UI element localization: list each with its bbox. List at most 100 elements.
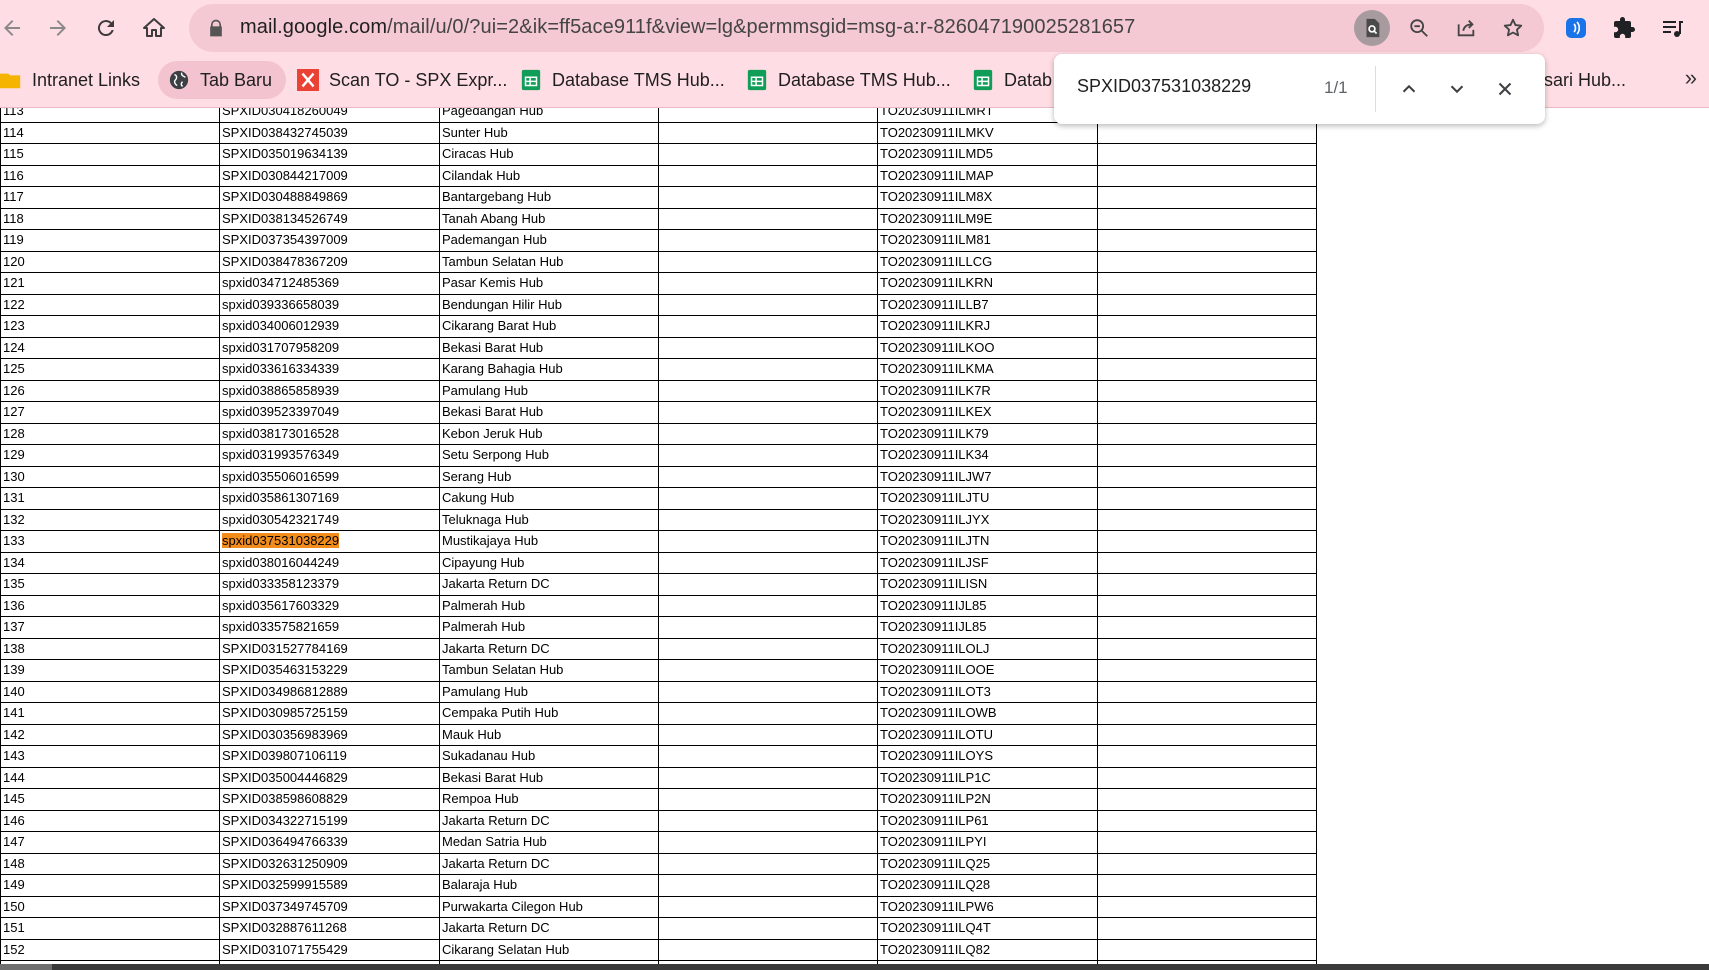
table-cell[interactable]: [1097, 272, 1317, 295]
table-cell[interactable]: [658, 680, 878, 703]
table-cell[interactable]: [658, 745, 878, 768]
table-cell[interactable]: TO20230911ILJTU: [877, 487, 1098, 510]
table-cell[interactable]: SPXID030844217009: [219, 164, 440, 187]
table-cell[interactable]: [658, 401, 878, 424]
table-cell[interactable]: Pagedangan Hub: [439, 108, 659, 123]
table-cell[interactable]: [658, 659, 878, 682]
table-cell[interactable]: 117: [0, 186, 220, 209]
table-cell[interactable]: TO20230911ILJTN: [877, 530, 1098, 553]
table-cell[interactable]: 144: [0, 766, 220, 789]
table-cell[interactable]: [658, 336, 878, 359]
table-cell[interactable]: [658, 766, 878, 789]
table-cell[interactable]: Bendungan Hilir Hub: [439, 293, 659, 316]
table-cell[interactable]: TO20230911ILOLJ: [877, 637, 1098, 660]
table-cell[interactable]: SPXID035463153229: [219, 659, 440, 682]
table-cell[interactable]: Cikarang Selatan Hub: [439, 938, 659, 961]
table-cell[interactable]: [658, 723, 878, 746]
table-cell[interactable]: Ciracas Hub: [439, 143, 659, 166]
table-cell[interactable]: SPXID030356983969: [219, 723, 440, 746]
table-cell[interactable]: TO20230911ILKMA: [877, 358, 1098, 381]
table-cell[interactable]: 148: [0, 852, 220, 875]
table-cell[interactable]: Balaraja Hub: [439, 874, 659, 897]
table-cell[interactable]: [658, 508, 878, 531]
table-cell[interactable]: [658, 917, 878, 940]
table-cell[interactable]: Pamulang Hub: [439, 680, 659, 703]
table-cell[interactable]: [1097, 444, 1317, 467]
table-cell[interactable]: spxid038173016528: [219, 422, 440, 445]
table-cell[interactable]: TO20230911IJL85: [877, 594, 1098, 617]
table-cell[interactable]: TO20230911ILKEX: [877, 401, 1098, 424]
table-cell[interactable]: [1097, 508, 1317, 531]
table-cell[interactable]: [1097, 831, 1317, 854]
table-cell[interactable]: Palmerah Hub: [439, 616, 659, 639]
table-cell[interactable]: 145: [0, 788, 220, 811]
table-cell[interactable]: 116: [0, 164, 220, 187]
share-button[interactable]: [1448, 10, 1484, 46]
table-cell[interactable]: 127: [0, 401, 220, 424]
forward-button[interactable]: [38, 8, 78, 48]
table-cell[interactable]: [1097, 637, 1317, 660]
table-cell[interactable]: [1097, 723, 1317, 746]
table-cell[interactable]: [658, 594, 878, 617]
table-cell[interactable]: [1097, 616, 1317, 639]
scrollbar-thumb[interactable]: [0, 964, 52, 970]
table-cell[interactable]: TO20230911ILM9E: [877, 207, 1098, 230]
table-cell[interactable]: [658, 788, 878, 811]
table-cell[interactable]: Bekasi Barat Hub: [439, 766, 659, 789]
table-cell[interactable]: spxid037531038229: [219, 530, 440, 553]
table-cell[interactable]: [658, 444, 878, 467]
table-cell[interactable]: Cempaka Putih Hub: [439, 702, 659, 725]
table-cell[interactable]: SPXID034986812889: [219, 680, 440, 703]
reload-button[interactable]: [86, 8, 126, 48]
table-cell[interactable]: Pasar Kemis Hub: [439, 272, 659, 295]
table-cell[interactable]: [658, 229, 878, 252]
table-cell[interactable]: [658, 551, 878, 574]
table-cell[interactable]: [1097, 852, 1317, 875]
table-cell[interactable]: TO20230911ILOT3: [877, 680, 1098, 703]
table-cell[interactable]: 126: [0, 379, 220, 402]
table-cell[interactable]: TO20230911ILOTU: [877, 723, 1098, 746]
table-cell[interactable]: 120: [0, 250, 220, 273]
table-cell[interactable]: TO20230911ILP2N: [877, 788, 1098, 811]
table-cell[interactable]: Mustikajaya Hub: [439, 530, 659, 553]
table-cell[interactable]: SPXID039807106119: [219, 745, 440, 768]
table-cell[interactable]: SPXID034322715199: [219, 809, 440, 832]
table-cell[interactable]: Teluknaga Hub: [439, 508, 659, 531]
table-cell[interactable]: TO20230911ILKRN: [877, 272, 1098, 295]
table-cell[interactable]: SPXID030418260049: [219, 108, 440, 123]
table-cell[interactable]: [1097, 895, 1317, 918]
table-cell[interactable]: TO20230911ILMD5: [877, 143, 1098, 166]
table-cell[interactable]: SPXID038432745039: [219, 121, 440, 144]
table-cell[interactable]: 115: [0, 143, 220, 166]
table-cell[interactable]: SPXID031527784169: [219, 637, 440, 660]
table-cell[interactable]: TO20230911ILP1C: [877, 766, 1098, 789]
table-cell[interactable]: Medan Satria Hub: [439, 831, 659, 854]
table-cell[interactable]: Tambun Selatan Hub: [439, 250, 659, 273]
table-cell[interactable]: TO20230911ILQ28: [877, 874, 1098, 897]
find-close-button[interactable]: [1487, 71, 1523, 107]
table-cell[interactable]: spxid035861307169: [219, 487, 440, 510]
table-cell[interactable]: [658, 422, 878, 445]
table-cell[interactable]: SPXID035004446829: [219, 766, 440, 789]
table-cell[interactable]: SPXID038134526749: [219, 207, 440, 230]
table-cell[interactable]: TO20230911ILOWB: [877, 702, 1098, 725]
table-cell[interactable]: [658, 616, 878, 639]
bookmark-database-tms-2[interactable]: Database TMS Hub...: [746, 61, 951, 99]
table-cell[interactable]: TO20230911ILJW7: [877, 465, 1098, 488]
find-in-page-button[interactable]: [1354, 10, 1390, 46]
table-cell[interactable]: [658, 573, 878, 596]
table-cell[interactable]: Jakarta Return DC: [439, 573, 659, 596]
table-cell[interactable]: SPXID032599915589: [219, 874, 440, 897]
table-cell[interactable]: [658, 121, 878, 144]
table-cell[interactable]: 132: [0, 508, 220, 531]
table-cell[interactable]: Sukadanau Hub: [439, 745, 659, 768]
table-cell[interactable]: [1097, 551, 1317, 574]
find-previous-button[interactable]: [1391, 71, 1427, 107]
table-cell[interactable]: 121: [0, 272, 220, 295]
table-cell[interactable]: 135: [0, 573, 220, 596]
table-cell[interactable]: [658, 164, 878, 187]
table-cell[interactable]: 152: [0, 938, 220, 961]
table-cell[interactable]: TO20230911ILK7R: [877, 379, 1098, 402]
table-cell[interactable]: 124: [0, 336, 220, 359]
table-cell[interactable]: SPXID030488849869: [219, 186, 440, 209]
